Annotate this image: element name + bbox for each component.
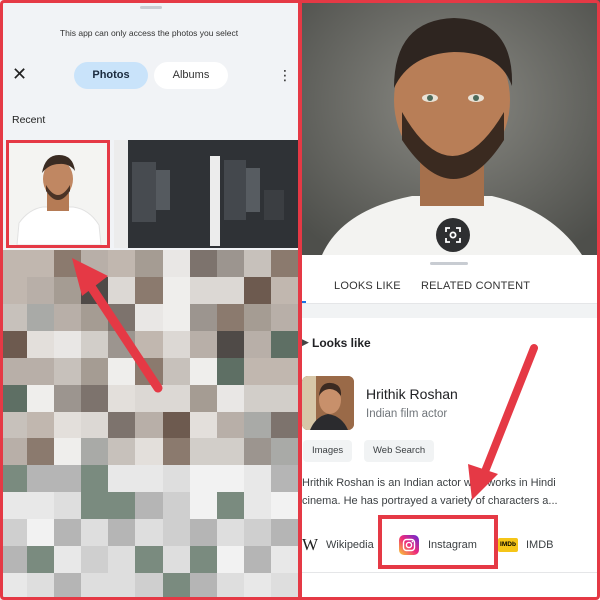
source-imdb[interactable]: IMDb IMDB (498, 531, 554, 559)
result-bio: Hrithik Roshan is an Indian actor who wo… (302, 474, 600, 510)
result-thumbnail[interactable] (302, 376, 354, 430)
photos-albums-toggle: Photos Albums (74, 62, 228, 89)
photo-thumbnail-blurred[interactable] (114, 140, 298, 248)
chip-images[interactable]: Images (303, 440, 353, 462)
access-notice: This app can only access the photos you … (59, 28, 239, 38)
bottom-divider (302, 572, 600, 573)
source-wikipedia[interactable]: W Wikipedia (302, 531, 374, 559)
lens-scan-icon[interactable] (436, 218, 470, 252)
portrait-photo (9, 143, 107, 245)
bio-line-1: Hrithik Roshan is an Indian actor who wo… (302, 477, 556, 489)
source-label: IMDB (526, 539, 554, 551)
source-label: Wikipedia (326, 539, 374, 551)
imdb-icon: IMDb (498, 538, 518, 552)
tab-related-content[interactable]: RELATED CONTENT (421, 280, 530, 292)
photo-picker-panel: This app can only access the photos you … (0, 0, 298, 600)
tab-photos[interactable]: Photos (74, 62, 148, 89)
photo-thumbnail-selected[interactable] (6, 140, 110, 248)
more-vert-icon[interactable]: ⋮ (278, 66, 292, 84)
result-description: Indian film actor (366, 408, 448, 420)
wikipedia-icon: W (302, 535, 319, 554)
looks-like-heading: Looks like (312, 336, 371, 350)
panel-divider (298, 0, 302, 600)
sheet-grab-handle[interactable] (140, 6, 162, 9)
chevron-right-icon: ▶ (302, 337, 309, 347)
tab-albums[interactable]: Albums (154, 62, 228, 89)
photo-grid-blurred[interactable] (0, 250, 298, 600)
highlight-box-instagram (378, 515, 498, 569)
lens-results-panel: LOOKS LIKE RELATED CONTENT ▶ Looks like … (302, 0, 600, 600)
chip-web-search[interactable]: Web Search (364, 440, 435, 462)
searched-image[interactable] (302, 0, 600, 255)
close-icon[interactable]: ✕ (12, 64, 27, 84)
result-name[interactable]: Hrithik Roshan (366, 386, 458, 402)
tab-looks-like[interactable]: LOOKS LIKE (334, 280, 401, 292)
section-label-recent: Recent (12, 114, 46, 126)
bio-line-2: cinema. He has portrayed a variety of ch… (302, 495, 558, 507)
results-sheet-handle[interactable] (430, 262, 468, 265)
section-gap (302, 304, 600, 318)
